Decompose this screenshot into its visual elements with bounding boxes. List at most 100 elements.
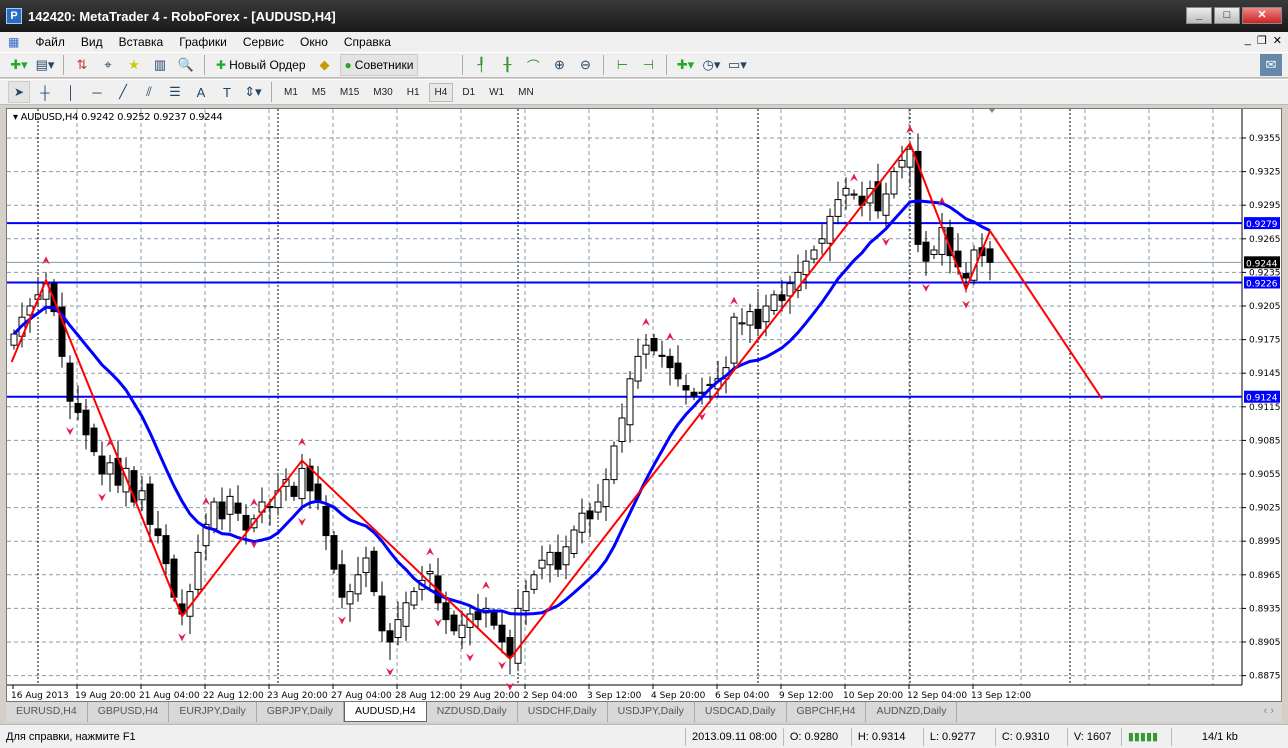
status-bar: Для справки, нажмите F1 2013.09.11 08:00…: [0, 724, 1288, 748]
chart-shift-marker: [989, 109, 995, 113]
tab-scroll-arrows[interactable]: ‹ ›: [1256, 702, 1282, 722]
chart-tab[interactable]: EURJPY,Daily: [169, 702, 257, 722]
chart-tab[interactable]: USDJPY,Daily: [608, 702, 695, 722]
menu-insert[interactable]: Вставка: [111, 35, 172, 49]
menu-window[interactable]: Окно: [292, 35, 336, 49]
new-order-label: Новый Ордер: [229, 58, 306, 72]
fibonacci-icon[interactable]: ☰: [164, 81, 186, 103]
timeframe-h4[interactable]: H4: [428, 82, 454, 102]
zoom-in-icon[interactable]: ⊕: [548, 54, 570, 76]
toolbar-divider: [462, 55, 464, 75]
menu-charts[interactable]: Графики: [171, 35, 235, 49]
chart-tab[interactable]: USDCHF,Daily: [518, 702, 608, 722]
timeframe-m1[interactable]: M1: [279, 87, 303, 98]
timeframe-m5[interactable]: M5: [307, 87, 331, 98]
terminal-icon[interactable]: ▥: [149, 54, 171, 76]
toolbar-divider: [603, 55, 605, 75]
toolbar-divider: [666, 55, 668, 75]
chart-menu-icon[interactable]: ▦: [0, 35, 27, 49]
candle-body: [738, 322, 746, 325]
equidistant-channel-icon[interactable]: ⫽: [138, 81, 160, 103]
profiles-icon[interactable]: ▤▾: [34, 54, 56, 76]
timeframe-d1[interactable]: D1: [457, 87, 480, 98]
current-price-label: 0.9244: [1246, 259, 1278, 269]
chart-tab[interactable]: AUDNZD,Daily: [866, 702, 958, 722]
chart-tab[interactable]: AUDUSD,H4: [344, 702, 427, 722]
mdi-minimize-icon[interactable]: _: [1245, 34, 1251, 47]
mdi-close-icon[interactable]: ✕: [1273, 34, 1282, 47]
status-traffic: 14/1 kb: [1201, 730, 1238, 743]
new-order-button[interactable]: ✚ Новый Ордер: [212, 54, 310, 76]
vertical-line-icon[interactable]: │: [60, 81, 82, 103]
chart-tab[interactable]: EURUSD,H4: [6, 702, 88, 722]
zoom-out-icon[interactable]: ⊖: [574, 54, 596, 76]
candle-body: [74, 402, 82, 413]
mdi-restore-icon[interactable]: ❐: [1257, 34, 1267, 47]
chart-tab[interactable]: GBPUSD,H4: [88, 702, 170, 722]
timeframe-w1[interactable]: W1: [484, 87, 509, 98]
strategy-tester-icon[interactable]: 🔍: [175, 54, 197, 76]
arrows-icon[interactable]: ⇕▾: [242, 81, 264, 103]
chart-tab[interactable]: USDCAD,Daily: [695, 702, 787, 722]
candle-body: [602, 479, 610, 507]
fractal-up-icon: [426, 547, 434, 556]
chart-shift-icon[interactable]: ⊣: [637, 54, 659, 76]
horizontal-line-icon[interactable]: ─: [86, 81, 108, 103]
timeframe-m15[interactable]: M15: [335, 87, 364, 98]
candle-body: [986, 248, 994, 263]
market-watch-icon[interactable]: ⇅: [71, 54, 93, 76]
templates-icon[interactable]: ▭▾: [726, 54, 748, 76]
chart-window[interactable]: 0.9355 0.9325 0.9295 0.9265 0.9235 0.9205 0.91…: [6, 108, 1282, 702]
periods-icon[interactable]: ◷▾: [700, 54, 722, 76]
crosshair-icon[interactable]: ┼: [34, 81, 56, 103]
candle-body: [298, 467, 306, 500]
candle-body: [538, 559, 546, 569]
fractal-down-icon: [298, 517, 306, 526]
autoscroll-icon[interactable]: ⊢: [611, 54, 633, 76]
fractal-down-icon: [178, 633, 186, 642]
candle-body: [322, 505, 330, 537]
x-tick-label: 3 Sep 12:00: [587, 691, 642, 701]
menu-tools[interactable]: Сервис: [235, 35, 292, 49]
new-chart-icon[interactable]: ✚▾: [8, 54, 30, 76]
candle-body: [522, 591, 530, 612]
minimize-button[interactable]: _: [1186, 7, 1212, 24]
candle-body: [674, 362, 682, 380]
chart-tab[interactable]: NZDUSD,Daily: [427, 702, 518, 722]
fractal-down-icon: [386, 667, 394, 676]
candlestick-icon[interactable]: ╂: [496, 54, 518, 76]
close-button[interactable]: ✕: [1242, 7, 1282, 24]
bar-chart-icon[interactable]: ┦: [470, 54, 492, 76]
line-chart-icon[interactable]: ⌒: [522, 54, 544, 76]
text-label-icon[interactable]: T: [216, 81, 238, 103]
alert-icon[interactable]: ◆: [314, 54, 336, 76]
candle-body: [138, 490, 146, 501]
timeframe-m30[interactable]: M30: [368, 87, 397, 98]
chart-tab[interactable]: GBPCHF,H4: [787, 702, 867, 722]
indicators-icon[interactable]: ✚▾: [674, 54, 696, 76]
price-chart[interactable]: 0.93550.93250.92950.92650.92350.92050.91…: [7, 109, 1283, 703]
cursor-icon[interactable]: ➤: [8, 81, 30, 103]
experts-button[interactable]: ● Советники: [339, 54, 419, 76]
menu-view[interactable]: Вид: [73, 35, 111, 49]
chat-icon[interactable]: ✉: [1260, 54, 1282, 76]
candle-body: [354, 574, 362, 595]
menu-help[interactable]: Справка: [336, 35, 399, 49]
data-window-icon[interactable]: ⌖: [97, 54, 119, 76]
navigator-icon[interactable]: ★: [123, 54, 145, 76]
menu-file[interactable]: Файл: [27, 35, 73, 49]
experts-label: Советники: [354, 58, 414, 72]
timeframe-h1[interactable]: H1: [402, 87, 425, 98]
trendline-icon[interactable]: ╱: [112, 81, 134, 103]
x-tick-label: 27 Aug 04:00: [331, 691, 392, 701]
x-tick-label: 6 Sep 04:00: [715, 691, 770, 701]
candle-body: [610, 445, 618, 481]
text-icon[interactable]: A: [190, 81, 212, 103]
timeframe-mn[interactable]: MN: [513, 87, 539, 98]
candle-body: [962, 273, 970, 279]
maximize-button[interactable]: □: [1214, 7, 1240, 24]
chart-tab[interactable]: GBPJPY,Daily: [257, 702, 345, 722]
candle-body: [898, 159, 906, 168]
candle-body: [922, 241, 930, 262]
connection-status-icon: ▮▮▮▮▮: [1122, 727, 1172, 746]
